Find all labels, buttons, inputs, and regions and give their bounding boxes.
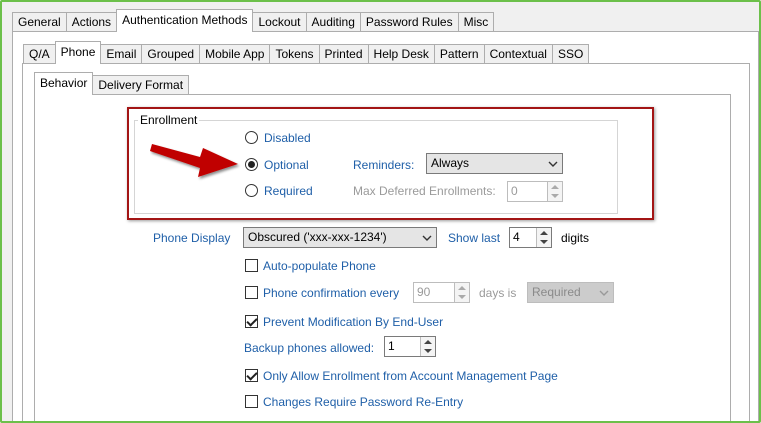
spinner-buttons[interactable] (420, 337, 435, 356)
method-tab-row: Q/A Phone Email Grouped Mobile App Token… (23, 41, 590, 64)
tab-lockout[interactable]: Lockout (253, 12, 307, 32)
prevent-modification-label[interactable]: Prevent Modification By End-User (263, 315, 443, 329)
tab-behavior[interactable]: Behavior (34, 72, 94, 95)
require-password-checkbox[interactable] (245, 395, 258, 408)
tab-printed[interactable]: Printed (319, 44, 369, 64)
show-last-value: 4 (513, 230, 520, 244)
dialog-frame: General Actions Authentication Methods L… (0, 0, 761, 423)
confirmation-interval-value: 90 (417, 285, 431, 299)
digits-label: digits (561, 231, 590, 245)
spin-up-icon (540, 231, 548, 235)
backup-phones-spinner[interactable]: 1 (384, 336, 436, 357)
tab-grouped[interactable]: Grouped (142, 44, 201, 64)
chevron-down-icon (422, 235, 432, 241)
phone-display-label: Phone Display (153, 231, 231, 245)
tab-misc[interactable]: Misc (458, 12, 495, 32)
confirmation-requirement-value: Required (532, 285, 581, 299)
tab-auditing[interactable]: Auditing (306, 12, 361, 32)
sub-tab-row: Behavior Delivery Format (34, 72, 190, 95)
require-password-label[interactable]: Changes Require Password Re-Entry (263, 395, 463, 409)
spin-down-icon (458, 295, 466, 299)
auto-populate-label[interactable]: Auto-populate Phone (263, 259, 376, 273)
confirmation-interval-spinner[interactable]: 90 (413, 282, 470, 303)
spin-up-icon (458, 286, 466, 290)
confirmation-requirement-dropdown[interactable]: Required (527, 282, 614, 303)
only-allow-enrollment-checkbox[interactable] (245, 369, 258, 382)
tab-mobile-app[interactable]: Mobile App (200, 44, 271, 64)
tab-authentication-methods[interactable]: Authentication Methods (116, 9, 254, 32)
prevent-modification-checkbox[interactable] (245, 315, 258, 328)
tab-delivery-format[interactable]: Delivery Format (93, 75, 190, 95)
tab-pattern[interactable]: Pattern (434, 44, 485, 64)
days-is-label: days is (479, 286, 517, 300)
spinner-buttons[interactable] (536, 228, 551, 247)
chevron-down-icon (599, 290, 609, 296)
backup-phones-label: Backup phones allowed: (244, 341, 375, 355)
spin-up-icon (424, 340, 432, 344)
tab-phone[interactable]: Phone (54, 41, 102, 64)
spinner-buttons[interactable] (454, 283, 469, 302)
phone-display-dropdown[interactable]: Obscured ('xxx-xxx-1234') (243, 227, 437, 248)
tab-general[interactable]: General (12, 12, 67, 32)
red-arrow-icon (150, 144, 238, 177)
top-tab-row: General Actions Authentication Methods L… (12, 9, 495, 32)
phone-display-value: Obscured ('xxx-xxx-1234') (248, 230, 387, 244)
tab-contextual[interactable]: Contextual (484, 44, 553, 64)
backup-phones-value: 1 (388, 339, 395, 353)
show-last-label: Show last (448, 231, 501, 245)
tab-help-desk[interactable]: Help Desk (368, 44, 435, 64)
phone-confirmation-checkbox[interactable] (245, 286, 258, 299)
auto-populate-checkbox[interactable] (245, 259, 258, 272)
only-allow-enrollment-label[interactable]: Only Allow Enrollment from Account Manag… (263, 369, 558, 383)
spin-down-icon (540, 240, 548, 244)
tab-qa[interactable]: Q/A (23, 44, 56, 64)
phone-confirmation-label[interactable]: Phone confirmation every (263, 286, 399, 300)
tab-password-rules[interactable]: Password Rules (360, 12, 459, 32)
tab-tokens[interactable]: Tokens (270, 44, 320, 64)
show-last-spinner[interactable]: 4 (509, 227, 552, 248)
spin-down-icon (424, 349, 432, 353)
tab-actions[interactable]: Actions (66, 12, 118, 32)
tab-sso[interactable]: SSO (552, 44, 590, 64)
tab-email[interactable]: Email (101, 44, 143, 64)
